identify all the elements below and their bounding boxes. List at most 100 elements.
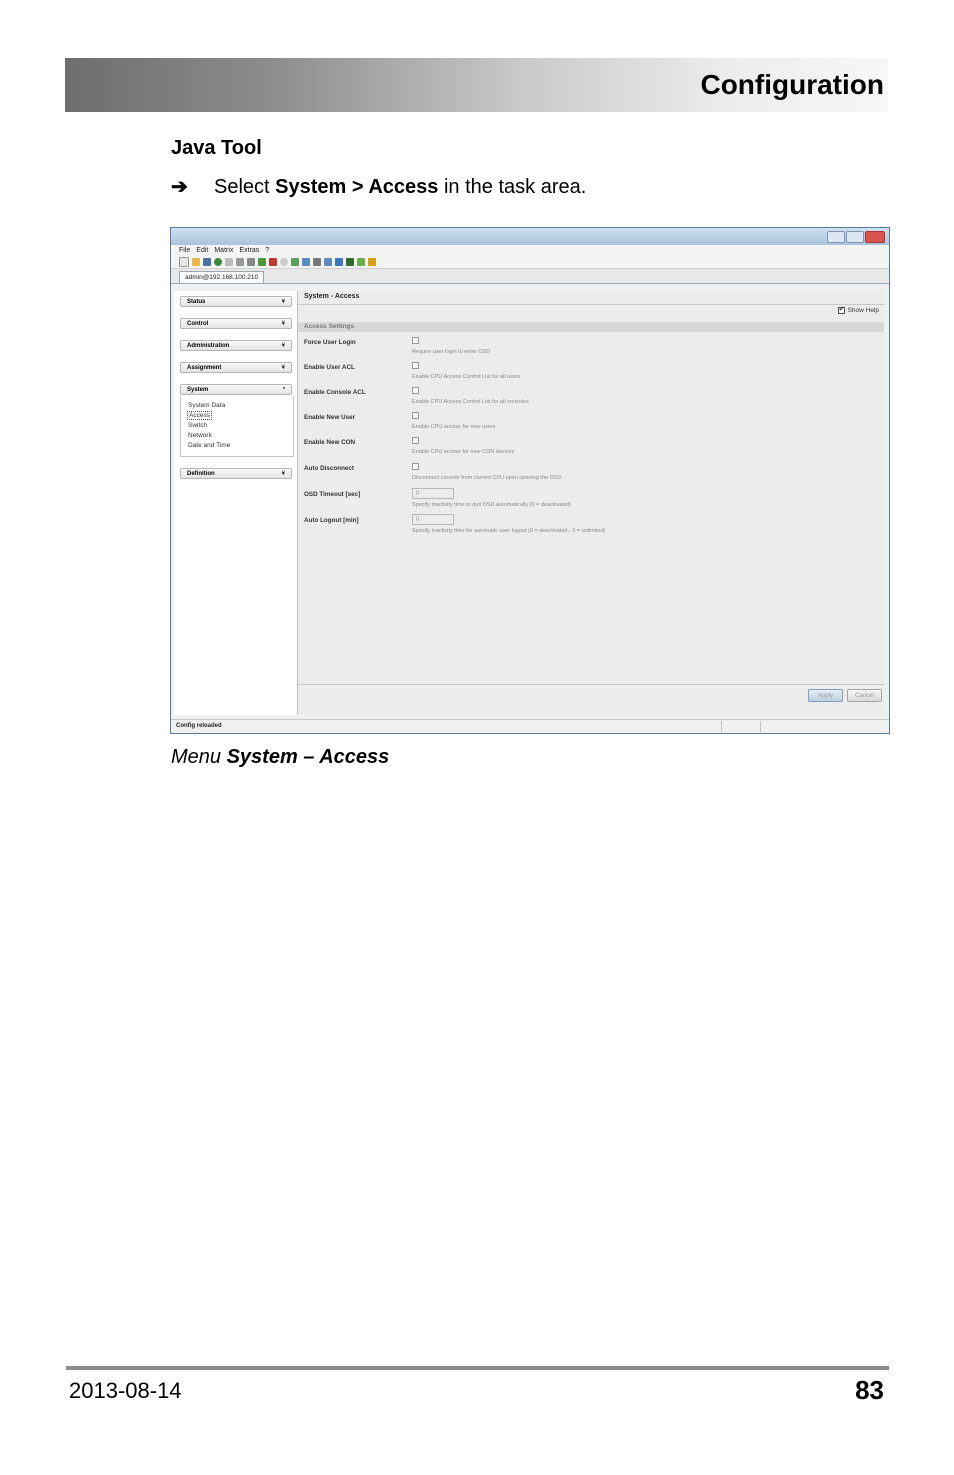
show-help-label: Show Help	[847, 307, 879, 314]
nav-item-system-data[interactable]: System Data	[188, 402, 225, 409]
book-icon[interactable]	[368, 257, 376, 266]
app-window-screenshot: File Edit Matrix Extras ? admin@192.168.…	[170, 227, 890, 734]
check-icon[interactable]	[357, 257, 365, 266]
setting-label: Enable New User	[304, 414, 356, 421]
upload-icon[interactable]	[291, 257, 299, 266]
caption-bold: System – Access	[226, 746, 390, 768]
export-icon[interactable]	[324, 257, 332, 266]
nav-item-date-time[interactable]: Date and Time	[188, 442, 230, 449]
nav-label: Assignment	[187, 365, 222, 371]
report-icon[interactable]	[335, 257, 343, 266]
settings-icon[interactable]	[280, 257, 288, 266]
chevron-down-icon: ¥	[281, 365, 285, 371]
divider	[298, 304, 884, 305]
show-help-checkbox[interactable]	[837, 305, 845, 314]
nav-label: Status	[187, 299, 206, 305]
access-settings-header: Access Settings	[298, 322, 884, 332]
page-header-title: Configuration	[700, 69, 884, 100]
setting-label: Auto Logout [min]	[304, 517, 359, 524]
header-bar: Configuration	[65, 58, 888, 112]
nav-administration[interactable]: Administration ¥	[180, 340, 292, 351]
reload-icon[interactable]	[214, 257, 222, 266]
nav-item-switch[interactable]: Switch	[188, 422, 207, 429]
caption-pre: Menu	[171, 746, 227, 768]
setting-help: Specify inactivity time to quit OSD auto…	[412, 502, 571, 508]
setting-label: OSD Timeout [sec]	[304, 491, 361, 498]
footer-date: 2013-08-14	[69, 1378, 182, 1403]
chevron-down-icon: ¥	[281, 321, 285, 327]
disconnect-icon[interactable]	[269, 257, 277, 266]
toolbar	[171, 255, 889, 269]
auto-logout-input[interactable]: 0	[412, 514, 454, 525]
nav-system[interactable]: System ª	[180, 384, 292, 395]
save-icon[interactable]	[203, 257, 211, 266]
nav-status[interactable]: Status ¥	[180, 296, 292, 307]
section-title: Java Tool	[171, 137, 262, 159]
nav-label: Control	[187, 321, 209, 327]
menu-extras[interactable]: Extras	[239, 247, 259, 254]
figure-caption: Menu System – Access	[171, 746, 389, 769]
enable-new-con-checkbox[interactable]	[412, 437, 419, 444]
page-number: 83	[855, 1375, 884, 1405]
setting-help: Enable CPU access for new users	[412, 424, 496, 430]
arrow-icon: ➔	[171, 176, 188, 198]
setting-help: Enable CPU Access Control List for all c…	[412, 399, 529, 405]
panel-title: System - Access	[304, 293, 360, 300]
connect-icon[interactable]	[258, 257, 266, 266]
open-icon[interactable]	[192, 257, 200, 266]
minimize-button[interactable]	[827, 231, 845, 243]
enable-new-user-checkbox[interactable]	[412, 412, 419, 419]
menu-file[interactable]: File	[179, 247, 190, 254]
setting-help: Enable CPU access for new CON devices	[412, 449, 515, 455]
force-user-login-checkbox[interactable]	[412, 337, 419, 344]
nav-label: Definition	[187, 471, 215, 477]
instruction: ➔ Select System > Access in the task area…	[171, 174, 586, 199]
content-pane: System - Access Show Help Access Setting…	[298, 291, 884, 715]
auto-disconnect-checkbox[interactable]	[412, 463, 419, 470]
download-icon[interactable]	[302, 257, 310, 266]
paste-icon[interactable]	[247, 257, 255, 266]
setting-label: Force User Login	[304, 339, 356, 346]
footer-rule	[66, 1366, 889, 1370]
copy-icon[interactable]	[236, 257, 244, 266]
cut-icon[interactable]	[225, 257, 233, 266]
nav-item-access[interactable]: Access	[187, 411, 212, 420]
document-icon[interactable]	[313, 257, 321, 266]
enable-console-acl-checkbox[interactable]	[412, 387, 419, 394]
setting-help: Specify inactivity time for automatic us…	[412, 528, 606, 534]
setting-label: Enable New CON	[304, 439, 356, 446]
nav-definition[interactable]: Definition ¥	[180, 468, 292, 479]
tab-connection[interactable]: admin@192.168.100.210	[179, 271, 265, 283]
enable-user-acl-checkbox[interactable]	[412, 362, 419, 369]
setting-label: Enable Console ACL	[304, 389, 366, 396]
nav-control[interactable]: Control ¥	[180, 318, 292, 329]
cancel-button[interactable]: Cancel	[847, 689, 882, 702]
close-button[interactable]	[865, 231, 885, 243]
instruction-pre: Select	[214, 176, 276, 198]
menu-help[interactable]: ?	[265, 247, 269, 254]
new-icon[interactable]	[179, 256, 189, 267]
chevron-down-icon: ¥	[281, 343, 285, 349]
setting-label: Auto Disconnect	[304, 465, 355, 472]
nav-label: Administration	[187, 343, 230, 349]
chevron-up-icon: ª	[282, 387, 285, 393]
instruction-post: in the task area.	[438, 176, 587, 198]
window-titlebar	[171, 228, 889, 245]
maximize-button[interactable]	[846, 231, 864, 243]
setting-help: Require user login to enter OSD	[412, 349, 491, 355]
status-divider	[721, 721, 722, 732]
status-bar: Config reloaded	[171, 719, 889, 733]
show-help[interactable]: Show Help	[837, 305, 879, 314]
tab-row: admin@192.168.100.210	[171, 269, 889, 284]
nav-item-network[interactable]: Network	[188, 432, 212, 439]
chevron-down-icon: ¥	[281, 471, 285, 477]
osd-timeout-input[interactable]: 0	[412, 488, 454, 499]
apply-button[interactable]: Apply	[808, 689, 843, 702]
menu-matrix[interactable]: Matrix	[214, 247, 233, 254]
nav-assignment[interactable]: Assignment ¥	[180, 362, 292, 373]
menu-edit[interactable]: Edit	[196, 247, 208, 254]
divider	[298, 684, 884, 685]
menu-bar: File Edit Matrix Extras ?	[171, 245, 889, 255]
monitor-icon[interactable]	[346, 257, 354, 266]
setting-label: Enable User ACL	[304, 364, 355, 371]
